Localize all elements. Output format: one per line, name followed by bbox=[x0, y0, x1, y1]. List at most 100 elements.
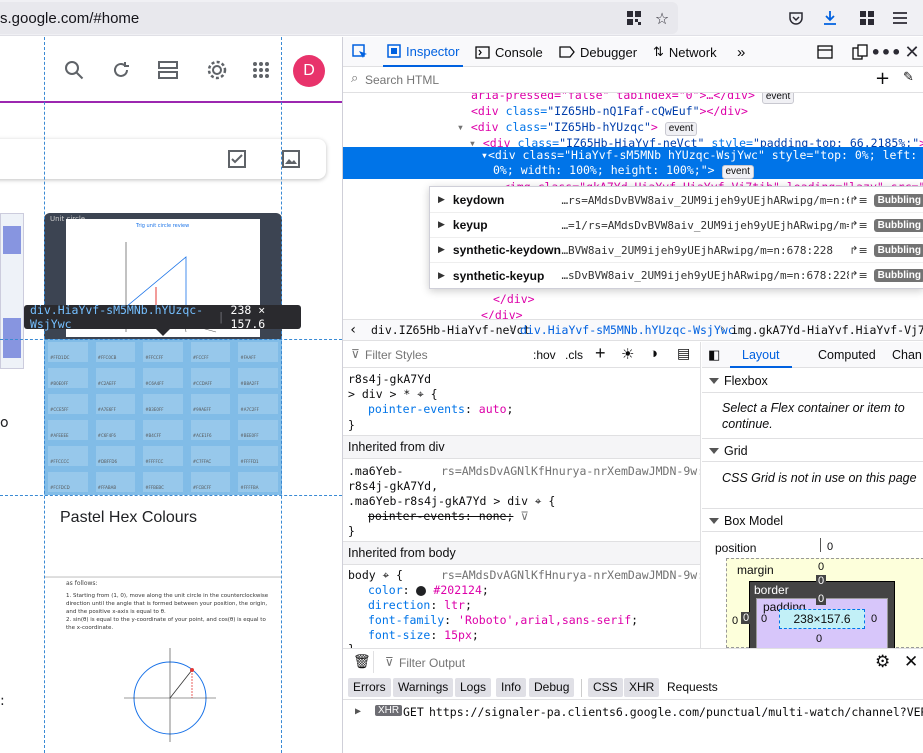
console-message[interactable]: ▶ XHR GET https://signaler-pa.clients6.g… bbox=[343, 700, 923, 728]
responsive-design-icon[interactable] bbox=[813, 40, 837, 64]
box-value[interactable]: 0 bbox=[816, 593, 827, 605]
list-view-icon[interactable] bbox=[154, 56, 182, 84]
light-mode-icon[interactable]: ☀ bbox=[621, 345, 634, 363]
filter-styles-input[interactable] bbox=[365, 346, 525, 364]
extensions-icon[interactable] bbox=[855, 6, 879, 30]
expand-triangle-icon[interactable]: ▶ bbox=[438, 195, 445, 205]
search-icon[interactable] bbox=[60, 56, 88, 84]
add-node-icon[interactable]: + bbox=[875, 68, 890, 89]
refresh-icon[interactable] bbox=[107, 56, 135, 84]
more-options-icon[interactable]: ••• bbox=[871, 40, 902, 64]
debugger-jump-icon[interactable]: ↱≡ bbox=[849, 219, 867, 232]
markup-line[interactable]: </div> bbox=[493, 291, 535, 307]
breadcrumb-item[interactable]: img.gkA7Yd-HiaYvf.HiaYvf-Vj7tib bbox=[731, 323, 923, 337]
markup-line[interactable]: ▾ <div class="IZ65Hb-hYUzqc"> event bbox=[457, 119, 698, 136]
color-swatch-icon[interactable] bbox=[416, 585, 427, 596]
event-source-link[interactable]: …BVW8aiv_2UM9ijeh9yUEjhARwipg/m=n:678:22… bbox=[561, 244, 849, 257]
filter-debug-button[interactable]: Debug bbox=[529, 678, 575, 697]
chevron-left-icon[interactable]: ‹ bbox=[349, 322, 357, 338]
url-text[interactable]: s.google.com/#home bbox=[0, 10, 139, 27]
box-value[interactable]: 0 bbox=[818, 561, 824, 573]
event-badge[interactable]: event bbox=[664, 122, 698, 136]
filter-css-button[interactable]: CSS bbox=[588, 678, 623, 697]
filter-icon[interactable]: ⊽ bbox=[520, 509, 528, 523]
tab-debugger[interactable]: Debugger bbox=[559, 37, 637, 67]
expand-triangle-icon[interactable]: ▶ bbox=[438, 220, 445, 230]
grid-section-header[interactable]: Grid bbox=[702, 438, 923, 462]
menu-icon[interactable] bbox=[888, 6, 912, 30]
apps-grid-icon[interactable] bbox=[247, 56, 275, 84]
filter-info-button[interactable]: Info bbox=[496, 678, 527, 697]
partial-card-left[interactable] bbox=[0, 213, 24, 369]
tab-console[interactable]: Console bbox=[475, 37, 543, 67]
expand-arrow-icon[interactable]: ▾ bbox=[481, 148, 488, 162]
rule-source-link[interactable]: rs=AMdsDvAGNlKfHnurya-nrXemDawJMDN-9w:1 bbox=[441, 568, 700, 583]
event-listener-row[interactable]: ▶ synthetic-keyup …sDvBVW8aiv_2UM9ijeh9yUE… bbox=[430, 263, 923, 288]
qr-code-icon[interactable] bbox=[622, 6, 646, 30]
event-listener-row[interactable]: ▶ synthetic-keydown …BVW8aiv_2UM9ijeh9yUEj… bbox=[430, 238, 923, 263]
box-value[interactable]: 0 bbox=[761, 613, 767, 625]
add-rule-icon[interactable]: + bbox=[595, 343, 606, 364]
request-url[interactable]: https://signaler-pa.clients6.google.com/… bbox=[429, 705, 923, 719]
event-source-link[interactable]: …sDvBVW8aiv_2UM9ijeh9yUEjhARwipg/m=n:678… bbox=[561, 269, 849, 282]
tab-changes[interactable]: Chan bbox=[892, 342, 922, 368]
filter-logs-button[interactable]: Logs bbox=[455, 678, 492, 697]
markup-line[interactable]: <div class="IZ65Hb-nQ1Faf-cQwEuf"></div> bbox=[471, 103, 748, 119]
event-badge[interactable]: event bbox=[721, 165, 754, 179]
rule-declaration[interactable]: pointer-events: auto; bbox=[368, 402, 513, 417]
expand-triangle-icon[interactable]: ▶ bbox=[438, 245, 445, 255]
tab-computed[interactable]: Computed bbox=[818, 342, 876, 368]
rule-declaration[interactable]: color: #202124; bbox=[368, 583, 489, 598]
take-note-box[interactable] bbox=[0, 139, 326, 179]
rule-declaration[interactable]: font-family: 'Roboto',arial,sans-serif; bbox=[368, 613, 638, 628]
url-field[interactable]: s.google.com/#home ☆ bbox=[0, 2, 678, 34]
toggle-sidebar-icon[interactable]: ◧ bbox=[708, 347, 720, 363]
breadcrumb-item[interactable]: div.IZ65Hb-HiaYvf-neVct bbox=[371, 323, 530, 337]
box-value[interactable]: 0 bbox=[816, 633, 822, 645]
box-value[interactable]: 0 bbox=[827, 541, 833, 553]
markup-line[interactable]: </div> bbox=[481, 307, 523, 319]
debugger-jump-icon[interactable]: ↱≡ bbox=[849, 194, 867, 207]
element-picker-icon[interactable] bbox=[348, 40, 372, 64]
box-value[interactable]: 0 bbox=[871, 613, 877, 625]
box-value[interactable]: 0 bbox=[741, 612, 752, 624]
markup-line[interactable]: aria-pressed="false" tabindex="0">…</div… bbox=[471, 93, 795, 104]
search-html-input[interactable] bbox=[365, 70, 835, 89]
filter-xhr-button[interactable]: XHR bbox=[624, 678, 660, 697]
event-badge[interactable]: event bbox=[761, 93, 795, 104]
expand-arrow-icon[interactable]: ▾ bbox=[457, 120, 464, 134]
dock-side-icon[interactable] bbox=[848, 40, 872, 64]
close-split-console-icon[interactable]: ✕ bbox=[904, 652, 918, 672]
expand-triangle-icon[interactable]: ▶ bbox=[355, 706, 361, 717]
dark-mode-icon[interactable]: ◑ bbox=[649, 345, 658, 362]
tab-inspector[interactable]: Inspector bbox=[383, 37, 464, 67]
selected-node-row[interactable]: ▾<div class="HiaYvf-sM5MNb hYUzqc-WsjYwc… bbox=[343, 147, 923, 179]
debugger-jump-icon[interactable]: ↱≡ bbox=[849, 244, 867, 257]
more-tabs-icon[interactable]: » bbox=[737, 37, 745, 67]
settings-gear-icon[interactable] bbox=[203, 56, 231, 84]
filter-errors-button[interactable]: Errors bbox=[348, 678, 391, 697]
pocket-icon[interactable] bbox=[784, 6, 808, 30]
box-value[interactable]: 0 bbox=[816, 575, 827, 587]
event-listener-row[interactable]: ▶ keydown …rs=AMdsDvBVW8aiv_2UM9ijeh9yUEjh… bbox=[430, 188, 923, 213]
expand-triangle-icon[interactable]: ▶ bbox=[438, 271, 445, 281]
rule-source-link[interactable]: rs=AMdsDvAGNlKfHnurya-nrXemDawJMDN-9w:1 bbox=[441, 464, 700, 479]
event-source-link[interactable]: …=1/rs=AMdsDvBVW8aiv_2UM9ijeh9yUEjhARwip… bbox=[561, 219, 849, 232]
print-media-icon[interactable]: ▤ bbox=[677, 345, 690, 362]
avatar[interactable]: D bbox=[293, 55, 325, 87]
rule-declaration[interactable]: direction: ltr; bbox=[368, 598, 472, 613]
rule-declaration[interactable]: font-size: 15px; bbox=[368, 628, 479, 643]
checkbox-icon[interactable] bbox=[223, 145, 251, 173]
tab-layout[interactable]: Layout bbox=[730, 342, 792, 368]
box-model-section-header[interactable]: Box Model bbox=[702, 508, 923, 532]
filter-warnings-button[interactable]: Warnings bbox=[393, 678, 454, 697]
cls-toggle[interactable]: .cls bbox=[565, 348, 583, 362]
breadcrumb-item[interactable]: div.HiaYvf-sM5MNb.hYUzqc-WsjYwc bbox=[520, 323, 735, 337]
event-source-link[interactable]: …rs=AMdsDvBVW8aiv_2UM9ijeh9yUEjhARwipg/m… bbox=[561, 194, 849, 207]
card-title[interactable]: Pastel Hex Colours bbox=[60, 509, 197, 527]
note-card-unit-circle[interactable]: as follows: 1. Starting from (1, 0), mov… bbox=[44, 577, 282, 753]
trash-icon[interactable]: 🗑 bbox=[353, 654, 371, 670]
box-value[interactable]: 0 bbox=[732, 615, 738, 627]
filter-requests-button[interactable]: Requests bbox=[662, 678, 723, 697]
eyedropper-icon[interactable]: ✎ bbox=[903, 70, 914, 85]
